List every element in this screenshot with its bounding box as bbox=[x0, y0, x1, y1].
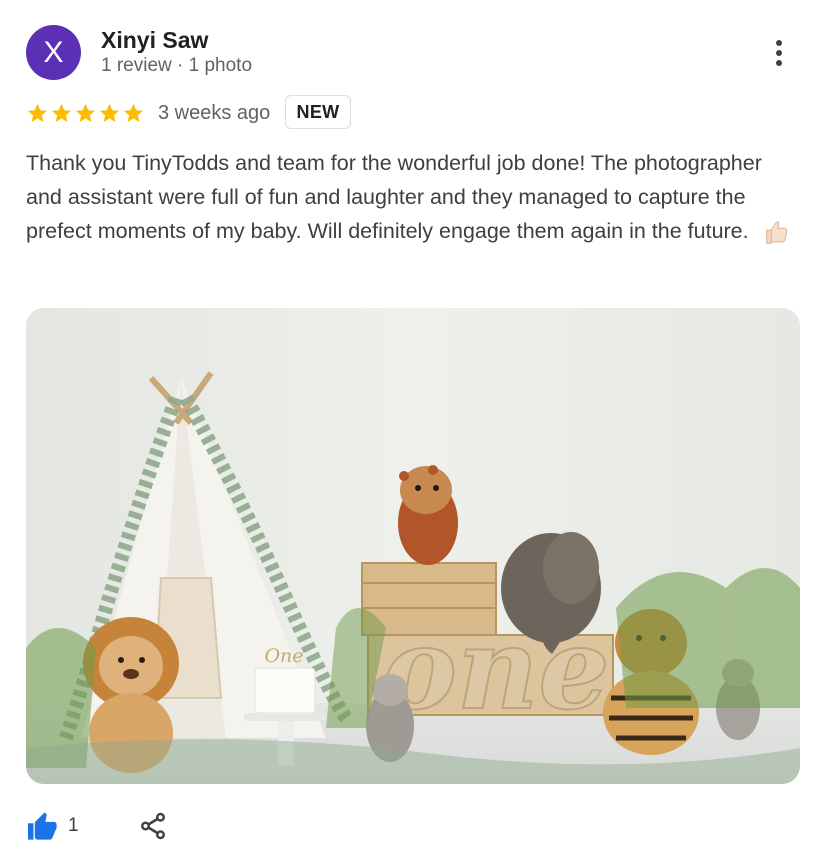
reviewer-name[interactable]: Xinyi Saw bbox=[101, 27, 208, 54]
review-text: Thank you TinyTodds and team for the won… bbox=[26, 146, 796, 248]
review-photo-scene: One one bbox=[26, 308, 800, 784]
star-icon bbox=[99, 103, 120, 122]
like-button[interactable]: 1 bbox=[26, 811, 79, 841]
reviewer-meta: 1 review · 1 photo bbox=[101, 55, 253, 76]
more-vert-icon[interactable] bbox=[766, 36, 792, 70]
cake-topper-text: One bbox=[264, 645, 303, 667]
star-icon bbox=[123, 103, 144, 122]
star-rating bbox=[26, 102, 145, 125]
avatar-initial: X bbox=[43, 35, 64, 69]
review-actions: 1 bbox=[26, 806, 165, 846]
review-body: Thank you TinyTodds and team for the won… bbox=[26, 151, 762, 243]
thumbs-up-emoji bbox=[765, 221, 788, 245]
star-icon bbox=[27, 103, 48, 122]
like-count: 1 bbox=[68, 815, 79, 836]
review-time: 3 weeks ago bbox=[158, 101, 271, 124]
review-photo[interactable]: One one bbox=[26, 308, 800, 784]
wooden-one-sign: one bbox=[382, 604, 609, 735]
star-icon bbox=[75, 103, 96, 122]
share-button[interactable] bbox=[136, 806, 170, 846]
rating-row: 3 weeks ago bbox=[26, 95, 270, 131]
share-icon bbox=[141, 812, 165, 840]
thumbs-up-icon bbox=[28, 812, 57, 840]
star-icon bbox=[51, 103, 72, 122]
new-badge: NEW bbox=[285, 95, 351, 129]
avatar[interactable]: X bbox=[26, 25, 81, 80]
